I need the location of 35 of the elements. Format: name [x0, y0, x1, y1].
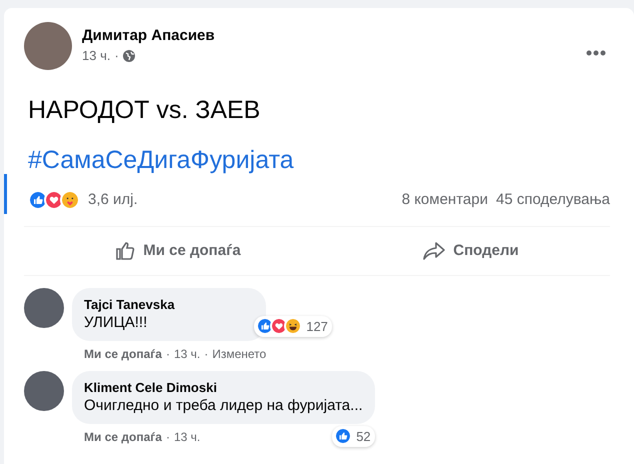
post-text: НАРОДОТ vs. ЗАЕВ	[27, 95, 262, 126]
comment-text: Очигледно и треба лидер на фуријата...	[84, 396, 363, 416]
comment-time[interactable]: 13 ч.	[174, 430, 200, 444]
hashtag-link[interactable]: #СамаСеДигаФуријата	[24, 144, 294, 176]
avatar-placeholder[interactable]	[24, 371, 64, 411]
separator: ·	[166, 347, 170, 361]
post-time[interactable]: 13 ч.	[82, 46, 110, 66]
separator: ·	[166, 430, 170, 444]
share-arrow-icon	[423, 242, 446, 260]
reaction-pill[interactable]: 52	[332, 426, 375, 447]
separator: ·	[114, 47, 119, 65]
comment-author[interactable]: Kliment Cele Dimoski	[84, 379, 363, 396]
author-name[interactable]: Димитар Апасиев	[82, 26, 578, 46]
care-reaction-icon	[60, 190, 80, 210]
avatar-placeholder[interactable]	[24, 288, 64, 328]
comment-time[interactable]: 13 ч.	[174, 347, 200, 361]
like-button[interactable]: Ми се допаѓа	[103, 234, 253, 268]
avatar-placeholder[interactable]	[24, 22, 72, 70]
like-link[interactable]: Ми се допаѓа	[84, 347, 162, 361]
comment-text: УЛИЦА!!!	[84, 313, 148, 333]
share-button[interactable]: Сподели	[411, 234, 531, 268]
focus-indicator	[4, 174, 7, 214]
reaction-pill[interactable]: 127	[254, 316, 332, 337]
reaction-count[interactable]: 3,6 илј.	[88, 188, 138, 212]
like-link[interactable]: Ми се допаѓа	[84, 430, 162, 444]
like-reaction-icon	[334, 427, 352, 446]
shares-count[interactable]: 45 споделувања	[496, 188, 610, 212]
separator: ·	[204, 347, 208, 361]
comments-count[interactable]: 8 коментари	[402, 188, 488, 212]
edited-label: Изменето	[212, 347, 266, 361]
haha-reaction-icon	[284, 317, 302, 336]
comment-author[interactable]: Tajci Tanevska	[84, 296, 226, 313]
globe-icon	[122, 50, 135, 62]
thumbs-up-icon	[115, 241, 136, 261]
more-options-icon[interactable]	[586, 50, 606, 56]
